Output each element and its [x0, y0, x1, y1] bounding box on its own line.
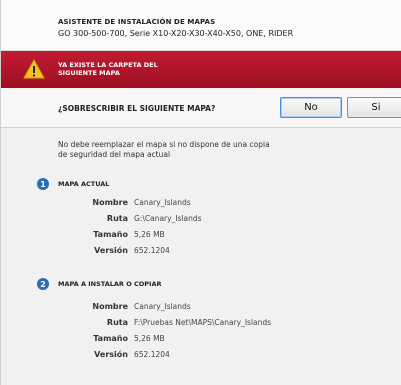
- device-list: GO 300-500-700, Serie X10-X20-X30-X40-X5…: [58, 29, 294, 38]
- overwrite-question-bar: ¿SOBRESCRIBIR EL SIGUIENTE MAPA? No Si: [1, 89, 401, 128]
- warning-icon: [23, 58, 45, 79]
- field-value: 652.1204: [134, 350, 170, 359]
- new-map-row: Versión 652.1204: [1, 350, 401, 364]
- current-map-row: Versión 652.1204: [1, 246, 401, 260]
- field-value: 5,26 MB: [134, 230, 165, 239]
- field-value: Canary_Islands: [134, 302, 191, 311]
- current-map-row: Ruta G:\Canary_Islands: [1, 214, 401, 228]
- field-label: Versión: [94, 246, 128, 255]
- field-label: Ruta: [106, 214, 128, 223]
- field-label: Tamaño: [93, 230, 128, 239]
- backup-warning-line-2: de seguridad del mapa actual: [58, 150, 171, 159]
- step-2-badge: 2: [37, 278, 49, 290]
- field-label: Versión: [94, 350, 128, 359]
- wizard-title: ASISTENTE DE INSTALACIÓN DE MAPAS: [58, 18, 216, 26]
- alert-line-2: SIGUIENTE MAPA: [58, 69, 120, 77]
- field-value: Canary_Islands: [134, 198, 191, 207]
- new-map-row: Tamaño 5,26 MB: [1, 334, 401, 348]
- current-map-title: MAPA ACTUAL: [58, 180, 110, 188]
- new-map-title: MAPA A INSTALAR O COPIAR: [58, 280, 162, 288]
- current-map-row: Nombre Canary_Islands: [1, 198, 401, 212]
- field-label: Nombre: [92, 302, 128, 311]
- current-map-row: Tamaño 5,26 MB: [1, 230, 401, 244]
- field-value: 5,26 MB: [134, 334, 165, 343]
- field-value: 652.1204: [134, 246, 170, 255]
- no-button[interactable]: No: [280, 97, 342, 118]
- alert-banner: YA EXISTE LA CARPETA DEL SIGUIENTE MAPA: [1, 51, 401, 88]
- new-map-row: Nombre Canary_Islands: [1, 302, 401, 316]
- new-map-row: Ruta F:\Pruebas Net\MAPS\Canary_Islands: [1, 318, 401, 332]
- alert-line-1: YA EXISTE LA CARPETA DEL: [58, 61, 158, 69]
- field-value: F:\Pruebas Net\MAPS\Canary_Islands: [134, 318, 272, 327]
- field-label: Tamaño: [93, 334, 128, 343]
- field-label: Ruta: [106, 318, 128, 327]
- backup-warning-line-1: No debe reemplazar el mapa si no dispone…: [58, 140, 270, 149]
- si-button[interactable]: Si: [347, 97, 401, 118]
- overwrite-question: ¿SOBRESCRIBIR EL SIGUIENTE MAPA?: [58, 104, 216, 113]
- alert-message: YA EXISTE LA CARPETA DEL SIGUIENTE MAPA: [58, 61, 158, 77]
- step-1-badge: 1: [37, 178, 49, 190]
- field-value: G:\Canary_Islands: [134, 214, 202, 223]
- content-area: No debe reemplazar el mapa si no dispone…: [1, 128, 401, 385]
- field-label: Nombre: [92, 198, 128, 207]
- backup-warning: No debe reemplazar el mapa si no dispone…: [58, 140, 270, 160]
- installer-window: ASISTENTE DE INSTALACIÓN DE MAPAS GO 300…: [0, 0, 401, 385]
- header: ASISTENTE DE INSTALACIÓN DE MAPAS GO 300…: [1, 0, 401, 51]
